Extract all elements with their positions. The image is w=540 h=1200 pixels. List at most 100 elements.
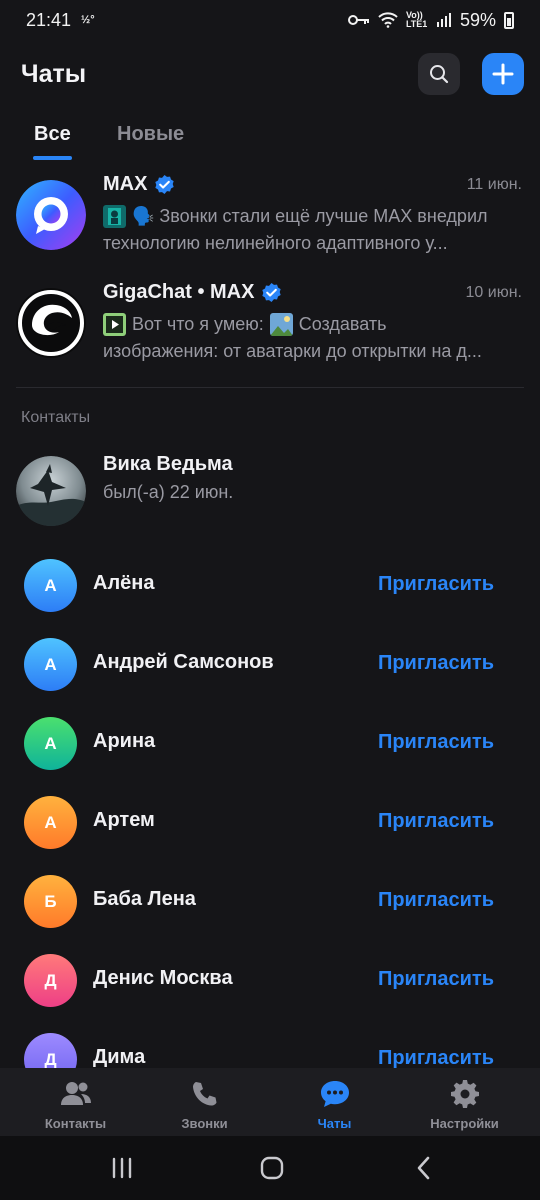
tab-label: Контакты bbox=[44, 1116, 107, 1131]
plus-icon bbox=[492, 63, 514, 85]
invite-button[interactable]: Пригласить bbox=[378, 968, 494, 991]
chat-name: MAX bbox=[103, 173, 148, 195]
wifi-icon bbox=[378, 12, 398, 28]
avatar: А bbox=[24, 796, 77, 849]
preview-line: Вот что я умею: Создавать bbox=[103, 311, 523, 338]
preview-text: изображения: от аватарки до открытки на … bbox=[103, 341, 482, 361]
tab-new[interactable]: Новые bbox=[117, 123, 184, 146]
contacts-icon bbox=[60, 1082, 91, 1105]
contact-name: Андрей Самсонов bbox=[93, 651, 274, 673]
contact-row[interactable]: Б Баба Лена Пригласить bbox=[0, 861, 540, 940]
tab-label: Чаты bbox=[317, 1116, 352, 1131]
chat-preview: Вот что я умею: Создавать изображения: о… bbox=[103, 311, 523, 365]
contact-row[interactable]: А Артем Пригласить bbox=[0, 782, 540, 861]
avatar: А bbox=[24, 638, 77, 691]
tab-label: Настройки bbox=[430, 1116, 499, 1131]
contact-name: Денис Москва bbox=[93, 967, 233, 989]
active-tab-indicator bbox=[33, 156, 72, 160]
search-button[interactable] bbox=[418, 53, 460, 95]
chat-item-gigachat[interactable]: GigaChat • MAX 10 июн. Вот что я умею: С… bbox=[0, 281, 540, 381]
avatar bbox=[16, 456, 86, 526]
chat-date: 10 июн. bbox=[465, 284, 522, 301]
avatar bbox=[16, 180, 86, 250]
tab-contacts[interactable]: Контакты bbox=[8, 1068, 143, 1136]
contact-name: Вика Ведьма bbox=[103, 453, 233, 475]
contact-name: Алёна bbox=[93, 572, 155, 594]
invite-button[interactable]: Пригласить bbox=[378, 1047, 494, 1068]
system-nav-bar bbox=[0, 1136, 540, 1200]
chat-name: GigaChat • MAX bbox=[103, 281, 255, 303]
verified-icon bbox=[155, 174, 175, 195]
avatar: А bbox=[24, 717, 77, 770]
contact-name: Баба Лена bbox=[93, 888, 196, 910]
tab-settings[interactable]: Настройки bbox=[397, 1068, 532, 1136]
tab-calls[interactable]: Звонки bbox=[137, 1068, 272, 1136]
battery-icon bbox=[504, 11, 514, 29]
contacts-list: А Алёна Пригласить А Андрей Самсонов При… bbox=[0, 545, 540, 1068]
preview-line: 🗣️ Звонки стали ещё лучше MAX внедрил bbox=[103, 203, 523, 230]
header-actions bbox=[418, 53, 524, 95]
chat-item-max[interactable]: MAX 11 июн. 🗣️ Звонки стали ещё лучше MA… bbox=[0, 173, 540, 273]
max-logo-icon bbox=[16, 180, 86, 250]
tab-chats[interactable]: Чаты bbox=[267, 1068, 402, 1136]
home-icon[interactable] bbox=[257, 1154, 287, 1182]
tab-all[interactable]: Все bbox=[34, 123, 71, 146]
status-right: Vo)) LTE1 59% bbox=[347, 9, 514, 31]
status-indicator: ½° bbox=[81, 14, 95, 26]
contact-row[interactable]: Д Дима Пригласить bbox=[0, 1019, 540, 1068]
contact-row[interactable]: Д Денис Москва Пригласить bbox=[0, 940, 540, 1019]
invite-button[interactable]: Пригласить bbox=[378, 810, 494, 833]
avatar bbox=[16, 288, 86, 358]
avatar-photo-icon bbox=[16, 456, 86, 526]
chat-title-row: MAX bbox=[103, 173, 175, 196]
invite-button[interactable]: Пригласить bbox=[378, 731, 494, 754]
picture-thumbnail-icon bbox=[269, 313, 293, 336]
contact-name: Дима bbox=[93, 1046, 146, 1068]
verified-icon bbox=[262, 282, 282, 303]
status-left: 21:41 ½° bbox=[26, 10, 95, 31]
preview-text: технологию нелинейного адаптивного у... bbox=[103, 233, 448, 253]
avatar: Д bbox=[24, 954, 77, 1007]
avatar: Б bbox=[24, 875, 77, 928]
chat-date: 11 июн. bbox=[466, 176, 522, 193]
clock: 21:41 bbox=[26, 9, 72, 30]
recent-apps-icon[interactable] bbox=[107, 1154, 137, 1182]
tab-label: Звонки bbox=[181, 1116, 228, 1131]
invite-button[interactable]: Пригласить bbox=[378, 652, 494, 675]
preview-text: Вот что я умею: bbox=[132, 314, 264, 334]
back-icon[interactable] bbox=[410, 1154, 440, 1182]
key-icon bbox=[347, 15, 369, 25]
search-icon bbox=[430, 65, 449, 84]
preview-text: Создавать bbox=[298, 314, 387, 334]
status-bar: 21:41 ½° Vo)) LTE1 59% bbox=[0, 0, 540, 40]
header: Чаты bbox=[0, 48, 540, 100]
avatar: А bbox=[24, 559, 77, 612]
preview-line: технологию нелинейного адаптивного у... bbox=[103, 230, 523, 257]
chat-title-row: GigaChat • MAX bbox=[103, 281, 282, 304]
contact-name: Артем bbox=[93, 809, 155, 831]
contact-name: Арина bbox=[93, 730, 156, 752]
contact-row[interactable]: А Арина Пригласить bbox=[0, 703, 540, 782]
lte-indicator: Vo)) LTE1 bbox=[405, 10, 428, 29]
phone-icon bbox=[192, 1082, 216, 1106]
avatar: Д bbox=[24, 1033, 77, 1068]
divider bbox=[16, 387, 524, 388]
contact-row[interactable]: А Андрей Самсонов Пригласить bbox=[0, 624, 540, 703]
bottom-tab-bar: Контакты Звонки Чаты Настройки bbox=[0, 1068, 540, 1136]
image-thumbnail-icon bbox=[103, 205, 126, 228]
page-title: Чаты bbox=[21, 59, 87, 88]
contact-row[interactable]: А Алёна Пригласить bbox=[0, 545, 540, 624]
new-chat-button[interactable] bbox=[482, 53, 524, 95]
chat-icon bbox=[320, 1081, 349, 1107]
invite-button[interactable]: Пригласить bbox=[378, 573, 494, 596]
last-seen-status: был(-а) 22 июн. bbox=[103, 482, 234, 502]
gear-icon bbox=[450, 1080, 479, 1108]
video-thumbnail-icon bbox=[103, 313, 126, 336]
battery-percent: 59% bbox=[459, 9, 496, 30]
gigachat-logo-icon bbox=[16, 288, 86, 358]
chat-filter-tabs: Все Новые bbox=[0, 112, 540, 162]
contact-item-featured[interactable]: Вика Ведьма был(-а) 22 июн. bbox=[0, 448, 540, 538]
signal-icon bbox=[436, 13, 451, 27]
preview-text: 🗣️ Звонки стали ещё лучше MAX внедрил bbox=[132, 206, 488, 226]
invite-button[interactable]: Пригласить bbox=[378, 889, 494, 912]
